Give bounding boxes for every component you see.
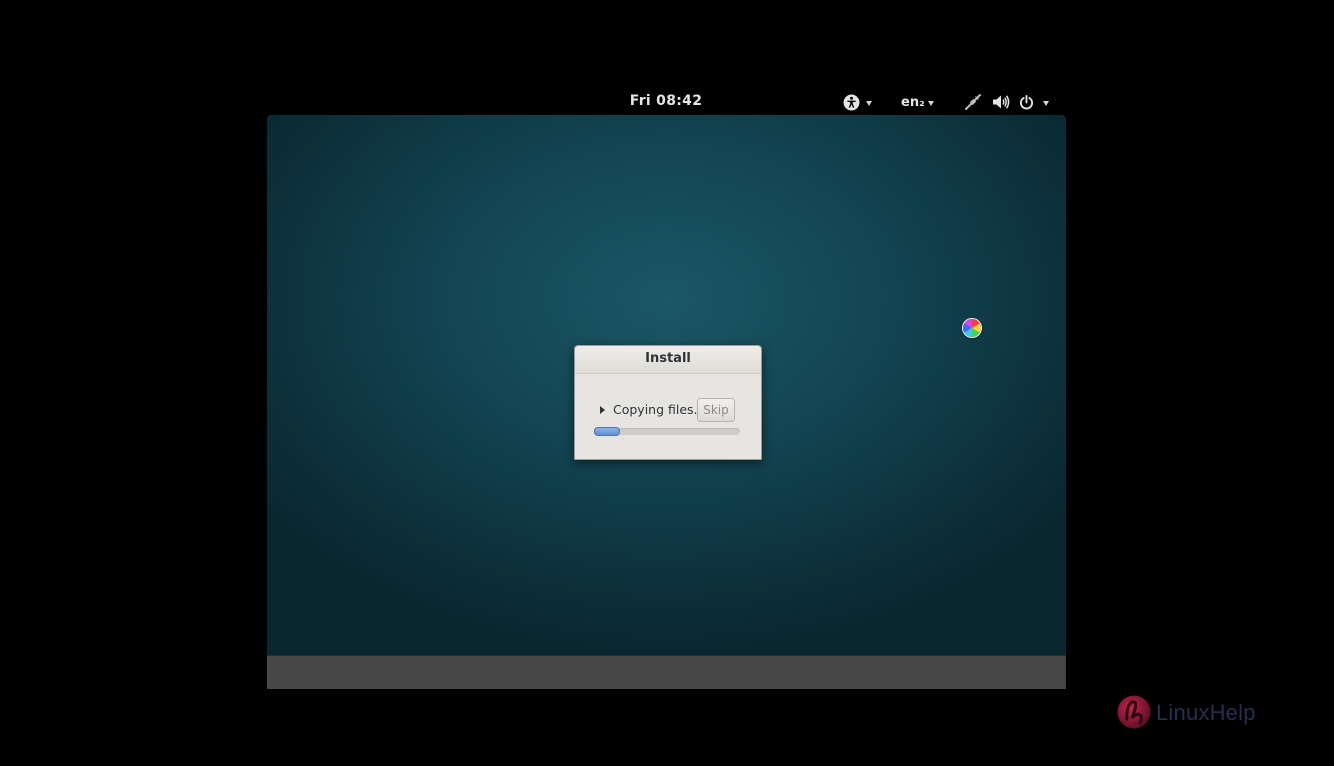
volume-icon <box>992 94 1010 110</box>
wired-network-disconnected-icon <box>964 93 982 111</box>
watermark: LinuxHelp <box>1116 692 1280 732</box>
chevron-down-icon <box>866 100 872 106</box>
system-menu[interactable] <box>964 92 1049 112</box>
busy-spinner-icon <box>963 319 981 337</box>
dialog-title[interactable]: Install <box>575 346 761 374</box>
accessibility-menu[interactable] <box>843 92 872 112</box>
bottom-bar <box>267 655 1066 689</box>
language-label: en₂ <box>901 94 925 110</box>
power-icon <box>1019 94 1034 110</box>
screen: Fri 08:42 en₂ Install Copying files... S… <box>0 0 1334 766</box>
progress-bar-fill <box>594 427 621 436</box>
skip-button[interactable]: Skip <box>697 398 735 422</box>
watermark-text: LinuxHelp <box>1156 700 1256 725</box>
accessibility-icon <box>843 94 860 111</box>
progress-bar <box>594 427 740 436</box>
install-dialog: Install Copying files... Skip <box>574 345 762 460</box>
chevron-down-icon <box>1043 100 1049 106</box>
expander-arrow-icon[interactable] <box>600 406 605 414</box>
status-text: Copying files... <box>613 402 706 417</box>
panel-clock[interactable]: Fri 08:42 <box>600 93 732 109</box>
chevron-down-icon <box>927 100 934 106</box>
language-menu[interactable]: en₂ <box>901 92 934 112</box>
